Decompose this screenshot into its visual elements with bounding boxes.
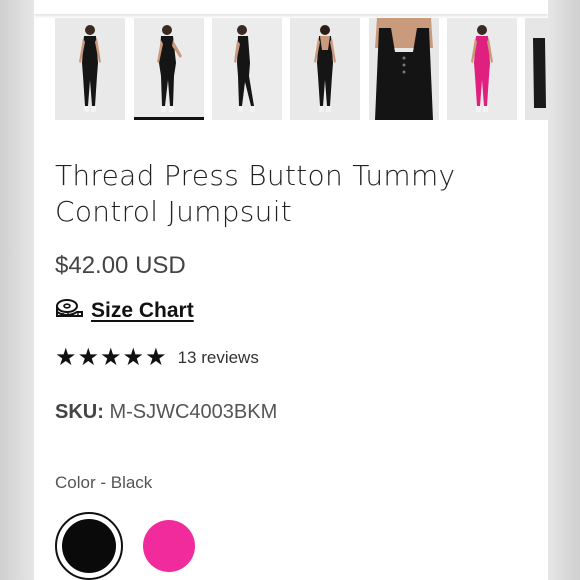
product-page: Thread Press Button Tummy Control Jumpsu… xyxy=(34,0,548,580)
model-pink-image xyxy=(447,18,517,120)
background-left xyxy=(0,0,34,580)
model-back-image xyxy=(290,18,360,120)
measuring-tape-icon xyxy=(55,298,83,323)
star-icon: ★★★★★ xyxy=(55,344,168,371)
color-label: Color - Black xyxy=(55,473,153,492)
thumbnail-closeup-black[interactable] xyxy=(369,18,439,120)
model-front-image xyxy=(55,18,125,120)
image-gallery xyxy=(34,18,548,124)
color-swatch-black[interactable] xyxy=(55,512,123,580)
rating-row: ★★★★★ 13 reviews xyxy=(55,345,259,371)
color-swatch-pink[interactable] xyxy=(143,520,195,572)
header-bar xyxy=(34,0,548,14)
size-chart-label: Size Chart xyxy=(91,298,194,322)
thumbnail-three-quarter-black[interactable] xyxy=(134,18,204,120)
thumbnail-side-black[interactable] xyxy=(212,18,282,120)
model-side-image xyxy=(212,18,282,120)
thumbnail-front-pink[interactable] xyxy=(447,18,517,120)
model-partial-image xyxy=(525,18,548,120)
sku-label: SKU: xyxy=(55,401,104,423)
swatch-fill-black xyxy=(62,519,116,573)
reviews-link[interactable]: 13 reviews xyxy=(178,348,259,368)
background-right xyxy=(548,0,580,580)
size-chart-link[interactable]: Size Chart xyxy=(55,298,194,323)
model-closeup-image xyxy=(369,18,439,120)
thumbnail-back-black[interactable] xyxy=(290,18,360,120)
product-price: $42.00 USD xyxy=(55,252,186,279)
product-title: Thread Press Button Tummy Control Jumpsu… xyxy=(55,159,456,228)
model-three-quarter-image xyxy=(134,18,204,120)
sku-row: SKU: M-SJWC4003BKM xyxy=(55,401,277,424)
sku-value: M-SJWC4003BKM xyxy=(109,401,278,423)
thumbnail-partial[interactable] xyxy=(525,18,548,120)
thumbnail-front-black[interactable] xyxy=(55,18,125,120)
